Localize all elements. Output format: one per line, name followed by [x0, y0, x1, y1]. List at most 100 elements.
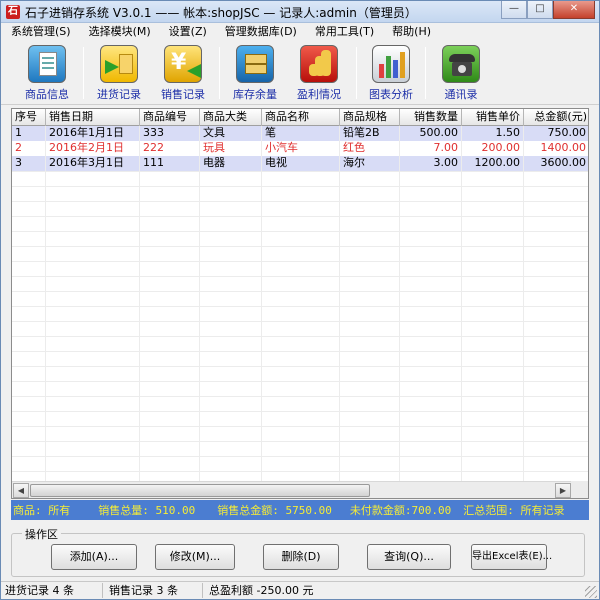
table-cell: 1200.00 [462, 156, 524, 171]
summary-range: 汇总范围: 所有记录 [463, 504, 565, 517]
grid-row-line [12, 291, 588, 292]
table-cell: 200.00 [462, 141, 524, 156]
toolbar-contacts-button[interactable]: 通讯录 [429, 45, 493, 102]
query-button[interactable]: 查询(Q)... [367, 544, 451, 570]
table-cell: 1 [12, 126, 46, 141]
menu-system[interactable]: 系统管理(S) [1, 23, 79, 41]
grid-row-line [12, 381, 588, 382]
column-header[interactable]: 序号 [12, 109, 46, 126]
table-cell: 红色 [340, 141, 400, 156]
grid-row-line [12, 366, 588, 367]
column-header[interactable]: 商品大类 [200, 109, 262, 126]
table-header: 序号 销售日期 商品编号 商品大类 商品名称 商品规格 销售数量 销售单价 总金… [12, 109, 588, 126]
grid-row-line [12, 336, 588, 337]
add-button[interactable]: 添加(A)... [51, 544, 137, 570]
column-header[interactable]: 销售日期 [46, 109, 140, 126]
menu-module[interactable]: 选择模块(M) [79, 23, 159, 41]
grid-column-line [261, 126, 262, 482]
toolbar-profit-button[interactable]: 盈利情况 [287, 45, 351, 102]
table-cell: 222 [140, 141, 200, 156]
grid-row-line [12, 186, 588, 187]
menu-help[interactable]: 帮助(H) [382, 23, 439, 41]
grid-row-line [12, 246, 588, 247]
profit-icon [300, 45, 338, 83]
column-header[interactable]: 销售数量 [400, 109, 462, 126]
table-cell: 1400.00 [524, 141, 588, 156]
summary-product: 商品: 所有 [13, 504, 71, 517]
toolbar-label: 库存余量 [233, 88, 277, 101]
table-cell: 3 [12, 156, 46, 171]
summary-unpaid: 未付款金额:700.00 [349, 504, 452, 517]
operation-area-title: 操作区 [22, 526, 61, 542]
grid-row-line [12, 351, 588, 352]
toolbar-label: 盈利情况 [297, 88, 341, 101]
grid-row-line [12, 411, 588, 412]
column-header[interactable]: 商品名称 [262, 109, 340, 126]
scroll-corner [571, 481, 588, 498]
grid-row-line [12, 321, 588, 322]
grid-row-line [12, 456, 588, 457]
table-row[interactable]: 1 2016年1月1日 333 文具 笔 铅笔2B 500.00 1.50 75… [12, 126, 588, 141]
grid-row-line [12, 276, 588, 277]
window-title: 石子进销存系统 V3.0.1 —— 帐本:shopJSC — 记录人:admin… [25, 6, 417, 20]
summary-total-qty: 销售总量: 510.00 [98, 504, 196, 517]
table-cell: 500.00 [400, 126, 462, 141]
table-cell: 文具 [200, 126, 262, 141]
status-total-profit: 总盈利额 -250.00 元 [209, 584, 314, 597]
toolbar-separator [425, 47, 426, 99]
summary-bar: 商品: 所有 销售总量: 510.00 销售总金额: 5750.00 未付款金额… [11, 500, 589, 520]
toolbar-purchase-button[interactable]: 进货记录 [87, 45, 151, 102]
menu-database[interactable]: 管理数据库(D) [215, 23, 305, 41]
toolbar-label: 通讯录 [444, 88, 478, 101]
table-cell: 7.00 [400, 141, 462, 156]
contacts-phone-icon [442, 45, 480, 83]
table-cell: 海尔 [340, 156, 400, 171]
status-sales-count: 销售记录 3 条 [105, 583, 203, 598]
sales-table[interactable]: 序号 销售日期 商品编号 商品大类 商品名称 商品规格 销售数量 销售单价 总金… [11, 108, 589, 499]
toolbar-inventory-button[interactable]: 库存余量 [223, 45, 287, 102]
column-header[interactable]: 商品规格 [340, 109, 400, 126]
resize-grip-icon[interactable] [585, 586, 597, 598]
menu-settings[interactable]: 设置(Z) [159, 23, 215, 41]
column-header[interactable]: 商品编号 [140, 109, 200, 126]
table-cell: 2016年3月1日 [46, 156, 140, 171]
export-excel-button[interactable]: 导出Excel表(E)... [471, 544, 552, 570]
grid-row-line [12, 396, 588, 397]
grid-row-line [12, 261, 588, 262]
minimize-button[interactable]: — [501, 1, 527, 19]
toolbar-sales-button[interactable]: ¥ 销售记录 [151, 45, 215, 102]
table-row[interactable]: 3 2016年3月1日 111 电器 电视 海尔 3.00 1200.00 36… [12, 156, 588, 171]
grid-column-line [139, 126, 140, 482]
horizontal-scrollbar[interactable]: ◀ ▶ [12, 481, 572, 498]
table-cell: 2016年2月1日 [46, 141, 140, 156]
menu-tools[interactable]: 常用工具(T) [305, 23, 382, 41]
column-header[interactable]: 销售单价 [462, 109, 524, 126]
status-purchase-count: 进货记录 4 条 [1, 583, 103, 598]
toolbar-label: 图表分析 [369, 88, 413, 101]
grid-row-line [12, 231, 588, 232]
table-cell: 小汽车 [262, 141, 340, 156]
grid-row-line [12, 216, 588, 217]
product-info-icon [28, 45, 66, 83]
grid-column-line [399, 126, 400, 482]
edit-button[interactable]: 修改(M)... [155, 544, 235, 570]
purchase-record-icon [100, 45, 138, 83]
toolbar: 商品信息 进货记录 ¥ 销售记录 库存余量 盈利情况 图表分析 通讯录 [1, 41, 599, 105]
maximize-button[interactable]: □ [527, 1, 553, 19]
table-row[interactable]: 2 2016年2月1日 222 玩具 小汽车 红色 7.00 200.00 14… [12, 141, 588, 156]
title-bar[interactable]: 石 石子进销存系统 V3.0.1 —— 帐本:shopJSC — 记录人:adm… [1, 1, 599, 23]
toolbar-chart-button[interactable]: 图表分析 [359, 45, 423, 102]
window-controls: — □ ✕ [501, 1, 595, 19]
scroll-right-icon[interactable]: ▶ [555, 483, 571, 498]
column-header[interactable]: 总金额(元) [524, 109, 588, 126]
table-cell: 铅笔2B [340, 126, 400, 141]
close-button[interactable]: ✕ [553, 1, 595, 19]
table-cell: 2016年1月1日 [46, 126, 140, 141]
grid-row-line [12, 471, 588, 472]
scroll-left-icon[interactable]: ◀ [13, 483, 29, 498]
delete-button[interactable]: 删除(D) [263, 544, 339, 570]
table-cell: 电视 [262, 156, 340, 171]
scroll-thumb[interactable] [30, 484, 370, 497]
toolbar-product-info-button[interactable]: 商品信息 [15, 45, 79, 102]
table-cell: 3600.00 [524, 156, 588, 171]
